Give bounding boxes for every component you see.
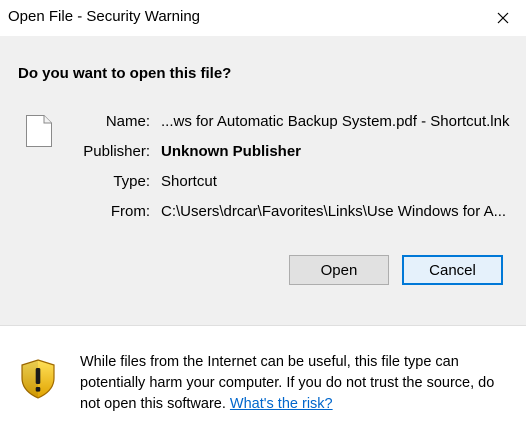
type-value: Shortcut	[161, 173, 217, 190]
from-value: C:\Users\drcar\Favorites\Links\Use Windo…	[161, 203, 507, 220]
security-warning-text: While files from the Internet can be use…	[80, 352, 510, 415]
type-label: Type:	[113, 173, 150, 190]
security-shield-icon	[21, 359, 55, 399]
publisher-label: Publisher:	[83, 143, 150, 160]
name-label: Name:	[105, 113, 150, 130]
close-button[interactable]	[480, 0, 526, 36]
document-icon	[26, 115, 52, 147]
publisher-value: Unknown Publisher	[161, 143, 302, 160]
name-value: ...ws for Automatic Backup System.pdf - …	[161, 113, 510, 130]
from-label: From:	[110, 203, 150, 220]
cancel-button[interactable]: Cancel	[402, 255, 503, 285]
whats-the-risk-link[interactable]: What's the risk?	[230, 396, 333, 412]
title-bar: Open File - Security Warning	[0, 0, 526, 36]
dialog-body: Do you want to open this file? Name: ...…	[0, 36, 526, 325]
window-title: Open File - Security Warning	[8, 8, 201, 25]
warning-footer: While files from the Internet can be use…	[0, 325, 526, 422]
close-icon	[497, 12, 509, 24]
dialog-question: Do you want to open this file?	[18, 65, 232, 82]
open-button[interactable]: Open	[289, 255, 389, 285]
